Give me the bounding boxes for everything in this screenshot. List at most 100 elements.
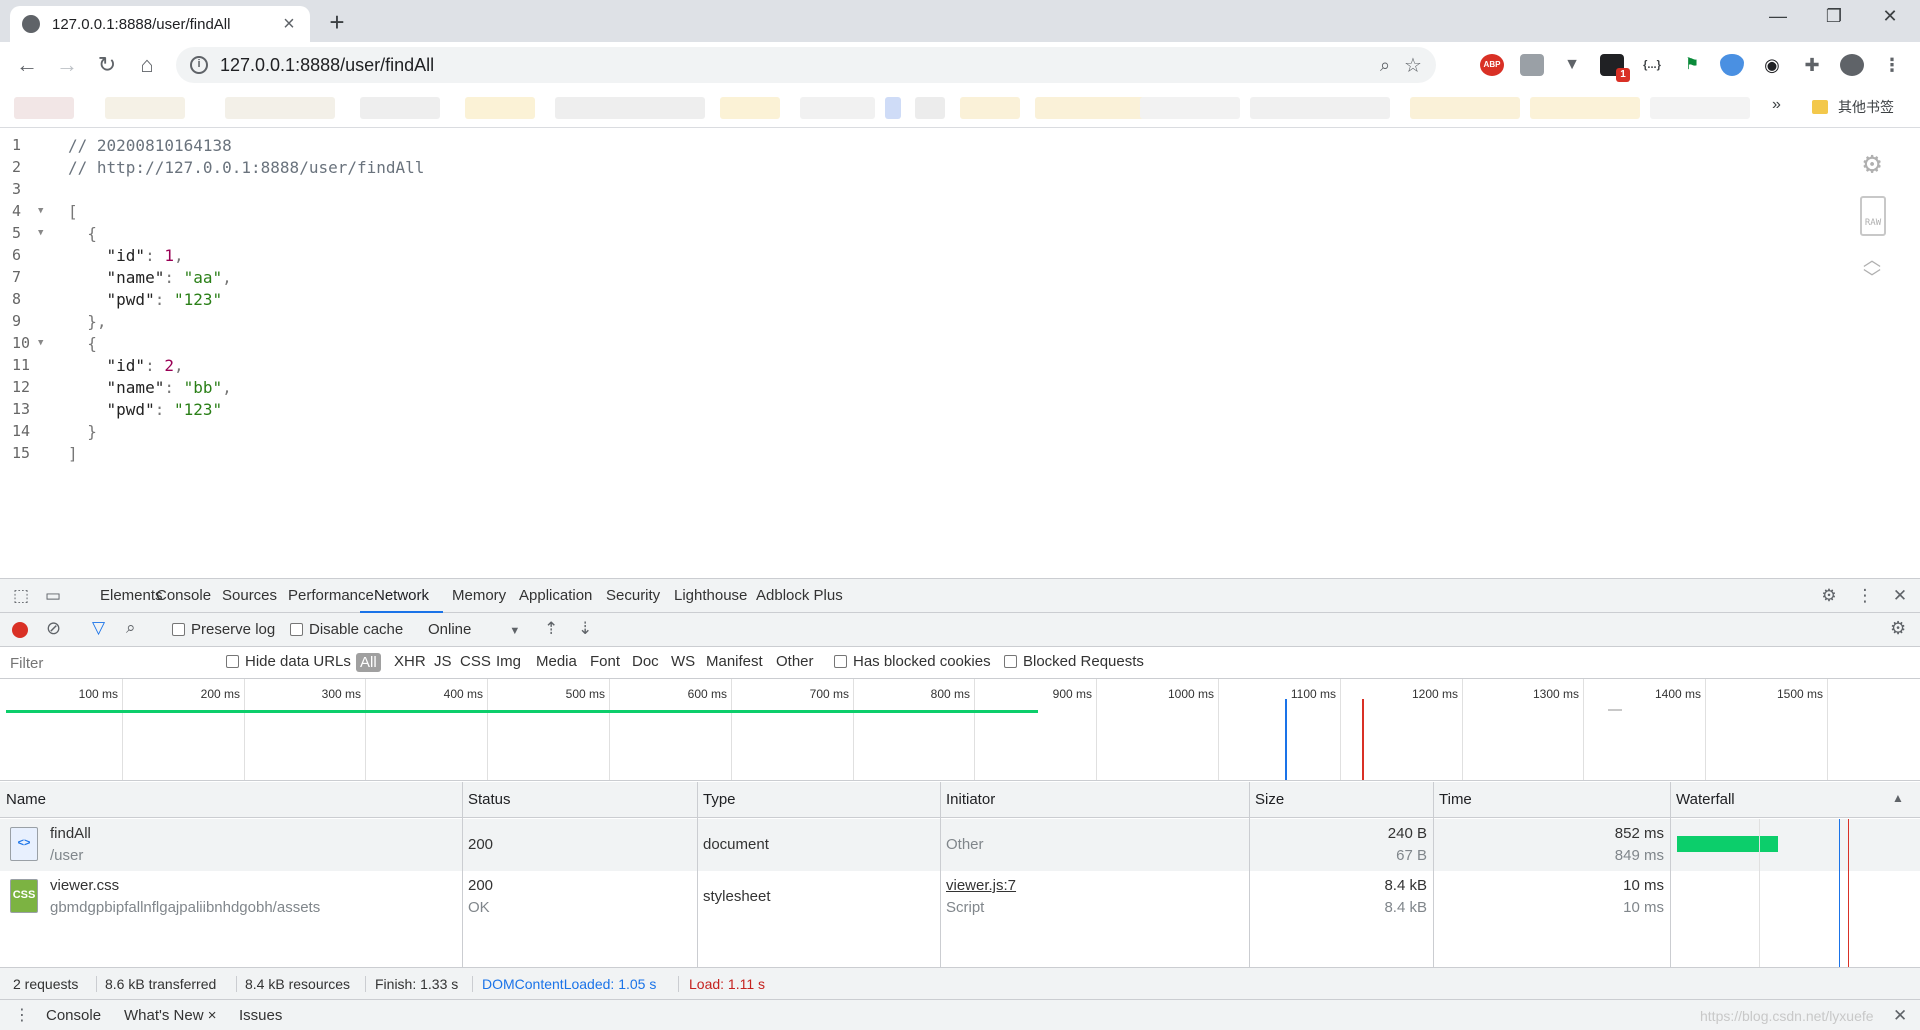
bookmark-item[interactable] xyxy=(915,97,945,119)
column-header-time[interactable]: Time xyxy=(1433,782,1670,818)
new-tab-button[interactable]: + xyxy=(324,9,350,36)
zoom-icon[interactable]: ⌕ xyxy=(1372,55,1398,76)
table-row[interactable]: CSS viewer.css gbmdgpbipfallnflgajpaliibnh… xyxy=(0,871,1920,923)
type-filter-ws[interactable]: WS xyxy=(671,653,695,670)
type-filter-doc[interactable]: Doc xyxy=(632,653,659,670)
bookmark-item[interactable] xyxy=(800,97,875,119)
raw-icon[interactable]: RAW xyxy=(1860,196,1886,236)
bookmark-item[interactable] xyxy=(105,97,185,119)
close-devtools-icon[interactable]: ✕ xyxy=(1889,586,1911,606)
site-info-icon[interactable]: i xyxy=(190,56,208,74)
flag-icon[interactable]: ⚑ xyxy=(1680,54,1704,76)
back-icon[interactable]: ← xyxy=(12,50,42,80)
extension-badge-icon[interactable] xyxy=(1520,54,1544,76)
home-icon[interactable]: ⌂ xyxy=(132,50,162,80)
browser-tab[interactable]: 127.0.0.1:8888/user/findAll × xyxy=(10,6,310,42)
shield-icon[interactable] xyxy=(1720,54,1744,76)
column-header-waterfall[interactable]: Waterfall xyxy=(1670,782,1920,818)
close-icon[interactable]: × xyxy=(208,1007,217,1024)
bookmark-item[interactable] xyxy=(465,97,535,119)
bookmark-item[interactable] xyxy=(225,97,335,119)
menu-icon[interactable]: ⋮ xyxy=(1880,54,1904,76)
type-filter-other[interactable]: Other xyxy=(776,653,814,670)
bookmark-item[interactable] xyxy=(1140,97,1240,119)
sort-ascending-icon[interactable]: ▲ xyxy=(1892,791,1904,805)
preserve-log-checkbox[interactable]: Preserve log xyxy=(172,621,275,638)
vee-icon[interactable]: ▼ xyxy=(1560,54,1584,76)
json-viewer-icon[interactable]: {...} xyxy=(1640,54,1664,76)
bookmark-item[interactable] xyxy=(360,97,440,119)
abp-icon[interactable]: ABP xyxy=(1480,54,1504,76)
type-filter-all[interactable]: All xyxy=(356,653,381,672)
type-filter-css[interactable]: CSS xyxy=(460,653,491,670)
type-filter-font[interactable]: Font xyxy=(590,653,620,670)
eye-icon[interactable]: ◉ xyxy=(1760,54,1784,76)
bookmark-item[interactable] xyxy=(1650,97,1750,119)
initiator-link[interactable]: viewer.js:7 xyxy=(946,877,1016,894)
type-filter-media[interactable]: Media xyxy=(536,653,577,670)
request-name[interactable]: viewer.css xyxy=(50,877,119,894)
close-drawer-icon[interactable]: ✕ xyxy=(1893,1000,1907,1030)
devtools-tab-adblock-plus[interactable]: Adblock Plus xyxy=(742,579,857,613)
blocked-requests-checkbox[interactable]: Blocked Requests xyxy=(1004,653,1144,670)
bookmark-item[interactable] xyxy=(1410,97,1520,119)
bookmark-item[interactable] xyxy=(720,97,780,119)
inspect-element-icon[interactable]: ⬚ xyxy=(10,586,32,606)
drawer-tab-console[interactable]: Console xyxy=(46,1000,101,1030)
chevron-down-icon[interactable]: ﹀ xyxy=(1855,264,1889,290)
filter-icon[interactable]: ▽ xyxy=(92,618,105,638)
devtools-tab-network[interactable]: Network xyxy=(360,579,444,613)
column-header-size[interactable]: Size xyxy=(1249,782,1433,818)
export-har-icon[interactable]: ⇣ xyxy=(578,619,592,639)
tab-close-icon[interactable]: × xyxy=(280,14,298,34)
network-settings-icon[interactable]: ⚙ xyxy=(1890,618,1906,639)
bookmark-item[interactable] xyxy=(885,97,901,119)
puzzle-icon[interactable]: ✚ xyxy=(1800,54,1824,76)
gear-icon[interactable]: ⚙ xyxy=(1855,146,1889,181)
import-har-icon[interactable]: ⇡ xyxy=(544,619,558,639)
bookmark-item[interactable] xyxy=(555,97,705,119)
type-filter-xhr[interactable]: XHR xyxy=(394,653,426,670)
network-overview[interactable]: 100 ms 200 ms 300 ms 400 ms 500 ms 600 ms 700 … xyxy=(0,679,1920,781)
clear-icon[interactable]: ⊘ xyxy=(46,618,61,639)
bookmark-item[interactable] xyxy=(960,97,1020,119)
reload-icon[interactable]: ↻ xyxy=(92,50,122,80)
minimize-icon[interactable]: — xyxy=(1760,6,1796,32)
table-row[interactable]: <> findAll/user 200 document Other 240 B 67 B 8… xyxy=(0,819,1920,871)
forward-icon[interactable]: → xyxy=(52,50,82,80)
has-blocked-cookies-checkbox[interactable]: Has blocked cookies xyxy=(834,653,991,670)
account-icon[interactable] xyxy=(1840,54,1864,76)
throttling-select[interactable]: Online ▼ xyxy=(428,621,520,638)
bookmark-item[interactable] xyxy=(1035,97,1145,119)
other-bookmarks-button[interactable]: 其他书签 xyxy=(1812,97,1894,117)
window-close-icon[interactable]: ✕ xyxy=(1872,6,1908,32)
bookmarks-more-button[interactable]: » xyxy=(1772,96,1781,114)
waterfall-bar[interactable] xyxy=(1677,836,1778,852)
column-header-name[interactable]: Name xyxy=(0,782,462,818)
column-header-initiator[interactable]: Initiator xyxy=(940,782,1249,818)
notification-icon[interactable]: 1 xyxy=(1600,54,1630,82)
address-bar[interactable]: i 127.0.0.1:8888/user/findAll ⌕ ☆ xyxy=(176,47,1436,83)
drawer-tab-whats-new[interactable]: What's New × xyxy=(124,1000,217,1030)
type-filter-img[interactable]: Img xyxy=(496,653,521,670)
bookmark-item[interactable] xyxy=(1250,97,1390,119)
restore-icon[interactable]: ❐ xyxy=(1816,6,1852,32)
bookmark-item[interactable] xyxy=(1530,97,1640,119)
drawer-tab-issues[interactable]: Issues xyxy=(239,1000,282,1030)
column-header-status[interactable]: Status xyxy=(462,782,697,818)
type-filter-manifest[interactable]: Manifest xyxy=(706,653,763,670)
column-header-type[interactable]: Type xyxy=(697,782,940,818)
hide-data-urls-checkbox[interactable]: Hide data URLs xyxy=(226,653,351,670)
settings-gear-icon[interactable]: ⚙ xyxy=(1818,586,1840,606)
request-name[interactable]: findAll xyxy=(50,825,91,842)
disable-cache-checkbox[interactable]: Disable cache xyxy=(290,621,403,638)
search-icon[interactable]: ⌕ xyxy=(126,618,136,638)
address-url[interactable]: 127.0.0.1:8888/user/findAll xyxy=(220,55,1372,76)
type-filter-js[interactable]: JS xyxy=(434,653,452,670)
more-options-icon[interactable]: ⋮ xyxy=(1854,586,1876,606)
bookmark-star-icon[interactable]: ☆ xyxy=(1398,53,1428,78)
record-icon[interactable] xyxy=(12,622,28,638)
drawer-menu-icon[interactable]: ⋮ xyxy=(14,1000,30,1030)
bookmark-item[interactable] xyxy=(14,97,74,119)
filter-input[interactable] xyxy=(2,651,207,675)
